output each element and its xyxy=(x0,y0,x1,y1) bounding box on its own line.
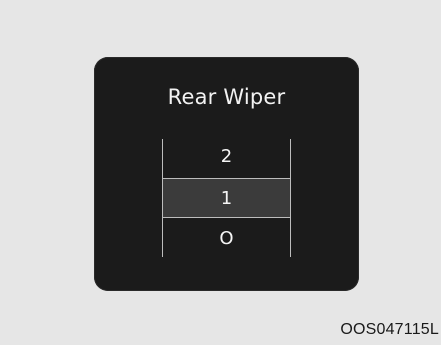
selector-right-rail xyxy=(290,139,291,257)
wiper-option-2[interactable]: 2 xyxy=(163,146,290,168)
wiper-option-1[interactable]: 1 xyxy=(163,188,290,210)
figure-code: OOS047115L xyxy=(340,321,439,338)
rear-wiper-panel: Rear Wiper 2 1 O xyxy=(94,57,359,291)
selector-separator-bottom xyxy=(163,217,290,218)
panel-title: Rear Wiper xyxy=(167,85,286,109)
wiper-option-off[interactable]: O xyxy=(163,228,290,250)
selector-separator-top xyxy=(163,178,290,179)
